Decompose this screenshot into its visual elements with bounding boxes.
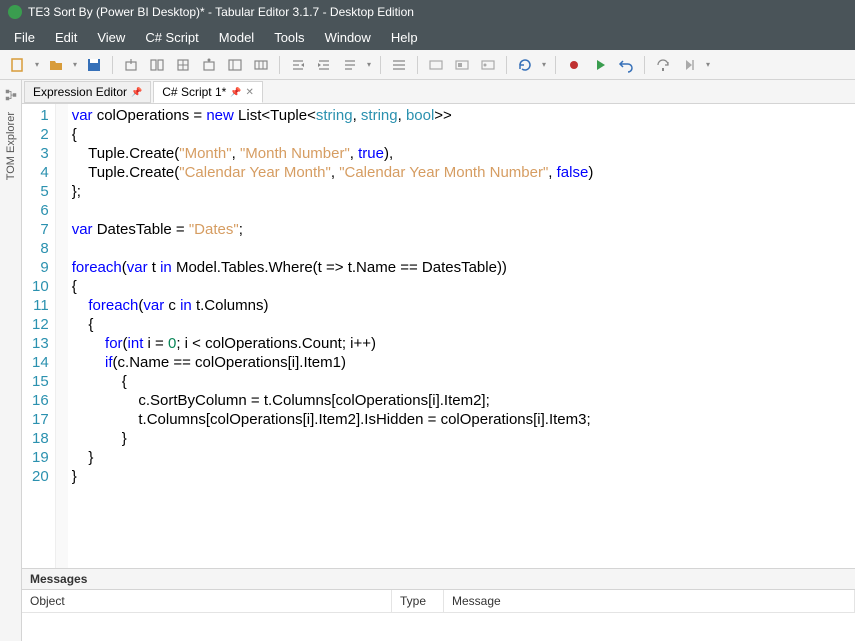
menu-edit[interactable]: Edit — [45, 27, 87, 48]
new-dropdown[interactable] — [32, 60, 42, 69]
line-gutter: 1234567891011121314151617181920 — [22, 104, 56, 568]
indent-button[interactable] — [286, 53, 310, 77]
outdent-button[interactable] — [312, 53, 336, 77]
record-button[interactable] — [562, 53, 586, 77]
col-message[interactable]: Message — [444, 590, 855, 612]
toolbar-separator — [506, 56, 507, 74]
tab-expression-editor[interactable]: Expression Editor 📌 — [24, 81, 151, 103]
menu-view[interactable]: View — [87, 27, 135, 48]
col-type[interactable]: Type — [392, 590, 444, 612]
tool-9[interactable] — [476, 53, 500, 77]
pin-icon[interactable]: 📌 — [230, 87, 241, 98]
toolbar-separator — [555, 56, 556, 74]
titlebar-text: TE3 Sort By (Power BI Desktop)* - Tabula… — [28, 5, 414, 19]
tool-1[interactable] — [119, 53, 143, 77]
save-button[interactable] — [82, 53, 106, 77]
menubar: File Edit View C# Script Model Tools Win… — [0, 24, 855, 50]
tool-2[interactable] — [145, 53, 169, 77]
tool-7[interactable] — [424, 53, 448, 77]
tom-explorer-icon — [4, 88, 18, 102]
close-icon[interactable]: ✕ — [246, 87, 254, 98]
menu-model[interactable]: Model — [209, 27, 264, 48]
step-over-button[interactable] — [651, 53, 675, 77]
menu-window[interactable]: Window — [315, 27, 381, 48]
run-button[interactable] — [588, 53, 612, 77]
menu-csharp-script[interactable]: C# Script — [135, 27, 208, 48]
app-icon — [8, 5, 22, 19]
refresh-button[interactable] — [513, 53, 537, 77]
tab-label: Expression Editor — [33, 85, 127, 99]
step-into-button[interactable] — [677, 53, 701, 77]
new-button[interactable] — [6, 53, 30, 77]
sidebar[interactable]: TOM Explorer — [0, 80, 22, 641]
format-button[interactable] — [338, 53, 362, 77]
tool-6[interactable] — [249, 53, 273, 77]
refresh-dropdown[interactable] — [539, 60, 549, 69]
menu-file[interactable]: File — [4, 27, 45, 48]
tool-3[interactable] — [171, 53, 195, 77]
tabs: Expression Editor 📌 C# Script 1* 📌 ✕ — [22, 80, 855, 104]
format-dropdown[interactable] — [364, 60, 374, 69]
fold-margin — [56, 104, 68, 568]
menu-tools[interactable]: Tools — [264, 27, 314, 48]
toolbar-separator — [279, 56, 280, 74]
sidebar-label[interactable]: TOM Explorer — [5, 112, 17, 180]
toolbar-separator — [380, 56, 381, 74]
col-object[interactable]: Object — [22, 590, 392, 612]
comment-button[interactable] — [387, 53, 411, 77]
tool-5[interactable] — [223, 53, 247, 77]
toolbar — [0, 50, 855, 80]
code-editor[interactable]: 1234567891011121314151617181920 var colO… — [22, 104, 855, 568]
toolbar-separator — [417, 56, 418, 74]
messages-panel: Messages Object Type Message — [22, 568, 855, 641]
menu-help[interactable]: Help — [381, 27, 428, 48]
code-content[interactable]: var colOperations = new List<Tuple<strin… — [68, 104, 855, 568]
messages-body — [22, 613, 855, 641]
undo-button[interactable] — [614, 53, 638, 77]
open-dropdown[interactable] — [70, 60, 80, 69]
tab-label: C# Script 1* — [162, 85, 226, 99]
messages-header[interactable]: Messages — [22, 569, 855, 590]
titlebar: TE3 Sort By (Power BI Desktop)* - Tabula… — [0, 0, 855, 24]
tool-4[interactable] — [197, 53, 221, 77]
toolbar-separator — [644, 56, 645, 74]
tool-8[interactable] — [450, 53, 474, 77]
pin-icon[interactable]: 📌 — [131, 87, 142, 98]
toolbar-separator — [112, 56, 113, 74]
debug-dropdown[interactable] — [703, 60, 713, 69]
messages-columns: Object Type Message — [22, 590, 855, 613]
tab-csharp-script[interactable]: C# Script 1* 📌 ✕ — [153, 81, 263, 103]
open-button[interactable] — [44, 53, 68, 77]
